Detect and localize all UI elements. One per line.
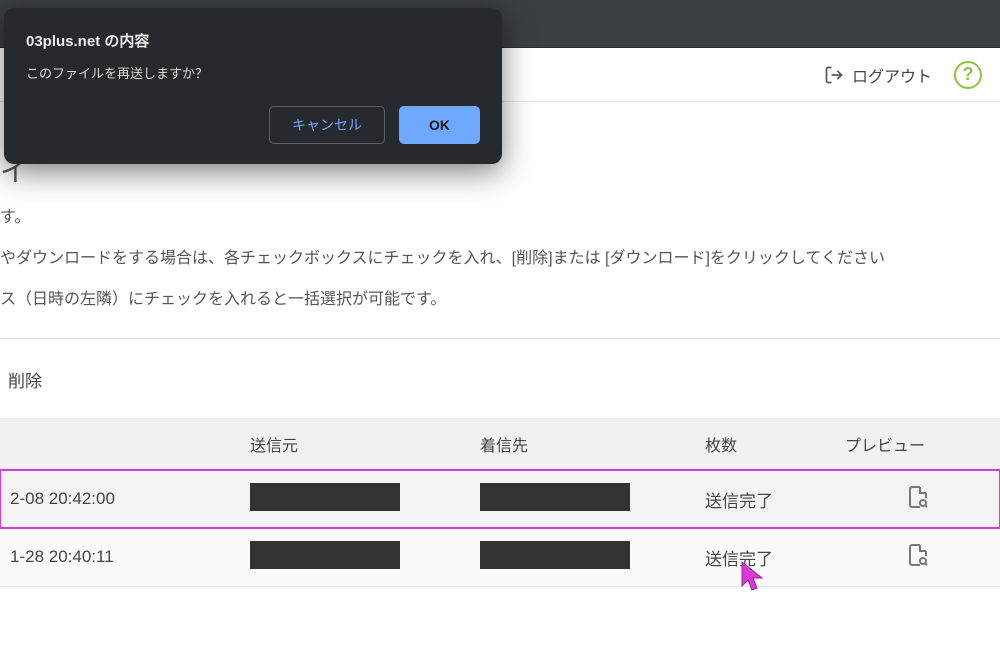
table-row[interactable]: 1-28 20:40:11 送信完了 bbox=[0, 528, 1000, 586]
cell-recipient bbox=[470, 528, 695, 586]
divider bbox=[0, 338, 1000, 339]
cell-datetime: 2-08 20:42:00 bbox=[0, 470, 240, 528]
delete-label: 削除 bbox=[8, 367, 1000, 392]
col-count: 枚数 bbox=[695, 418, 835, 471]
cell-recipient bbox=[470, 470, 695, 528]
cell-status: 送信完了 bbox=[695, 528, 835, 586]
cell-status: 送信完了 bbox=[695, 470, 835, 528]
table-row[interactable]: 2-08 20:42:00 送信完了 bbox=[0, 470, 1000, 528]
logout-icon bbox=[824, 65, 844, 85]
ok-button[interactable]: OK bbox=[399, 106, 480, 144]
col-sender: 送信元 bbox=[240, 418, 470, 471]
page-desc-2: やダウンロードをする場合は、各チェックボックスにチェックを入れ、[削除]または … bbox=[0, 245, 1000, 272]
cell-sender bbox=[240, 470, 470, 528]
cancel-button[interactable]: キャンセル bbox=[269, 106, 385, 144]
cell-sender bbox=[240, 528, 470, 586]
help-icon: ? bbox=[963, 64, 974, 85]
cell-preview bbox=[835, 528, 1000, 586]
col-preview: プレビュー bbox=[835, 418, 1000, 471]
cell-datetime: 1-28 20:40:11 bbox=[0, 528, 240, 586]
redacted-recipient bbox=[480, 483, 630, 511]
logout-button[interactable]: ログアウト bbox=[824, 63, 932, 87]
fax-table: 送信元 着信先 枚数 プレビュー 2-08 20:42:00 送信完了 bbox=[0, 418, 1000, 587]
help-button[interactable]: ? bbox=[954, 61, 982, 89]
page-desc-3: ス（日時の左隣）にチェックを入れると一括選択が可能です。 bbox=[0, 286, 1000, 313]
table-header-row: 送信元 着信先 枚数 プレビュー bbox=[0, 418, 1000, 471]
col-datetime bbox=[0, 418, 240, 471]
page-desc-1: す。 bbox=[0, 204, 1000, 231]
page-body: イ す。 やダウンロードをする場合は、各チェックボックスにチェックを入れ、[削除… bbox=[0, 102, 1000, 587]
preview-icon[interactable] bbox=[906, 543, 930, 567]
dialog-message: このファイルを再送しますか？ bbox=[26, 63, 480, 82]
redacted-recipient bbox=[480, 541, 630, 569]
confirm-dialog: 03plus.net の内容 このファイルを再送しますか？ キャンセル OK bbox=[4, 8, 502, 164]
dialog-button-row: キャンセル OK bbox=[26, 106, 480, 144]
preview-icon[interactable] bbox=[906, 485, 930, 509]
col-recipient: 着信先 bbox=[470, 418, 695, 471]
cell-preview bbox=[835, 470, 1000, 528]
logout-label: ログアウト bbox=[852, 63, 932, 87]
redacted-sender bbox=[250, 483, 400, 511]
redacted-sender bbox=[250, 541, 400, 569]
dialog-title: 03plus.net の内容 bbox=[26, 30, 480, 51]
